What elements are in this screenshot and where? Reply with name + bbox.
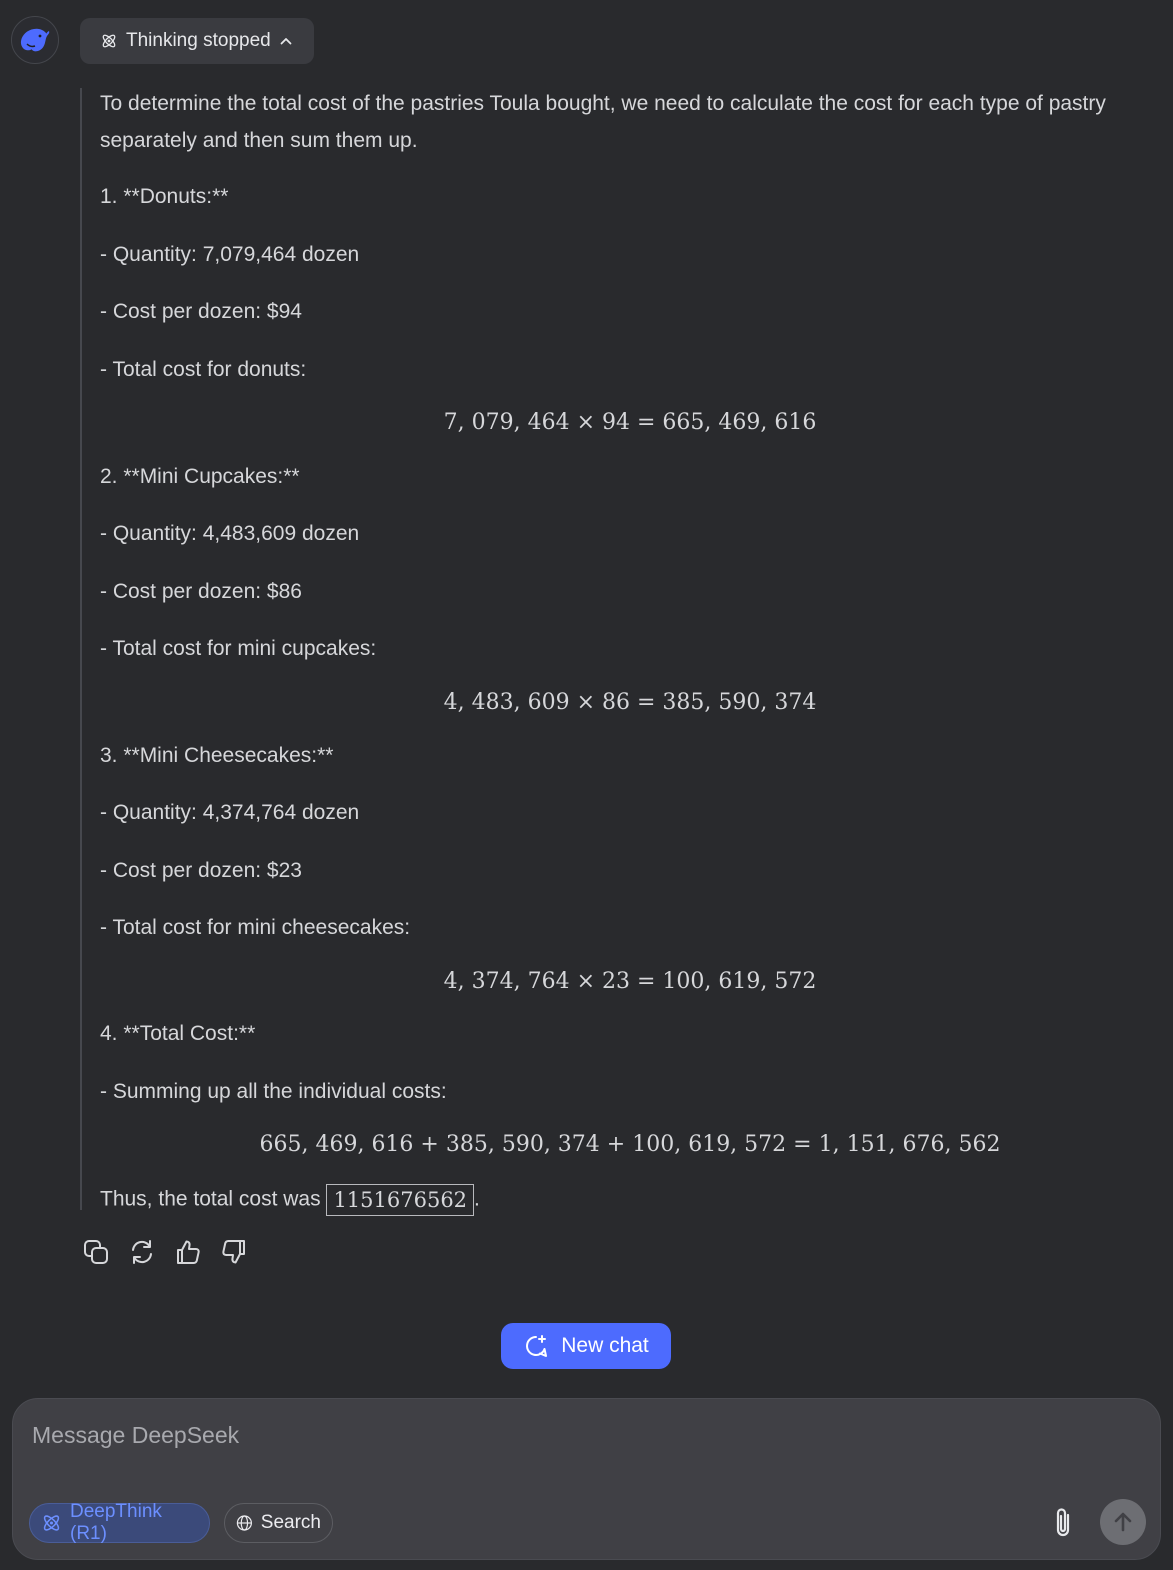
- cupcakes-heading: 2. **Mini Cupcakes:**: [100, 465, 300, 488]
- paperclip-icon: [1056, 1508, 1070, 1537]
- whale-logo-icon: [20, 28, 50, 52]
- deepseek-avatar: [11, 16, 59, 64]
- thumbs-down-button[interactable]: [218, 1236, 250, 1268]
- assistant-answer: To determine the total cost of the pastr…: [80, 88, 1155, 1216]
- new-chat-label: New chat: [561, 1334, 649, 1357]
- donuts-equation: 7, 079, 464 × 94 = 665, 469, 616: [443, 410, 817, 435]
- total-summing-label: - Summing up all the individual costs:: [100, 1080, 447, 1103]
- new-chat-button[interactable]: New chat: [501, 1323, 671, 1369]
- search-label: Search: [260, 1512, 321, 1533]
- message-input[interactable]: [32, 1415, 1132, 1455]
- donuts-cost: - Cost per dozen: $94: [100, 300, 302, 323]
- conclusion: Thus, the total cost was 1151676562.: [100, 1184, 480, 1216]
- atom-icon: [43, 1515, 60, 1531]
- globe-icon: [236, 1515, 252, 1531]
- conclusion-prefix: Thus, the total cost was: [100, 1187, 327, 1211]
- chat-page: Thinking stopped To determine the total …: [0, 0, 1173, 1570]
- cheesecakes-cost: - Cost per dozen: $23: [100, 859, 302, 882]
- donuts-total-label: - Total cost for donuts:: [100, 358, 307, 381]
- copy-button[interactable]: [80, 1236, 112, 1268]
- total-equation: 665, 469, 616 + 385, 590, 374 + 100, 619…: [259, 1132, 1001, 1157]
- attach-button[interactable]: [1045, 1503, 1081, 1543]
- copy-icon: [84, 1240, 108, 1264]
- cheesecakes-total-label: - Total cost for mini cheesecakes:: [100, 916, 411, 939]
- regenerate-icon: [132, 1240, 152, 1264]
- boxed-answer: 1151676562: [326, 1184, 475, 1216]
- donuts-quantity: - Quantity: 7,079,464 dozen: [100, 243, 360, 266]
- new-chat-icon: [526, 1335, 548, 1357]
- chevron-up-icon: [280, 38, 292, 45]
- answer-intro: To determine the total cost of the pastr…: [100, 92, 1106, 152]
- total-heading: 4. **Total Cost:**: [100, 1022, 256, 1045]
- message-actions: [80, 1236, 250, 1268]
- cupcakes-equation: 4, 483, 609 × 86 = 385, 590, 374: [443, 690, 817, 715]
- cheesecakes-quantity: - Quantity: 4,374,764 dozen: [100, 801, 360, 824]
- cupcakes-quantity: - Quantity: 4,483,609 dozen: [100, 522, 360, 545]
- conclusion-suffix: .: [474, 1187, 480, 1211]
- deepthink-label: DeepThink (R1): [70, 1501, 162, 1544]
- message-composer: DeepThink (R1) Search: [12, 1398, 1161, 1560]
- thumbs-down-icon: [222, 1240, 245, 1264]
- cheesecakes-heading: 3. **Mini Cheesecakes:**: [100, 744, 334, 767]
- thumbs-up-button[interactable]: [172, 1236, 204, 1268]
- search-toggle[interactable]: Search: [224, 1503, 333, 1543]
- thinking-label: Thinking stopped: [126, 30, 271, 51]
- cheesecakes-equation: 4, 374, 764 × 23 = 100, 619, 572: [443, 969, 817, 994]
- arrow-up-icon: [1114, 1512, 1132, 1532]
- donuts-heading: 1. **Donuts:**: [100, 185, 229, 208]
- atom-icon: [102, 34, 116, 48]
- cupcakes-total-label: - Total cost for mini cupcakes:: [100, 637, 377, 660]
- cupcakes-cost: - Cost per dozen: $86: [100, 580, 302, 603]
- deepthink-toggle[interactable]: DeepThink (R1): [29, 1501, 210, 1544]
- thinking-toggle-button[interactable]: Thinking stopped: [80, 18, 314, 64]
- send-button[interactable]: [1100, 1499, 1146, 1545]
- regenerate-button[interactable]: [126, 1236, 158, 1268]
- thumbs-up-icon: [177, 1240, 200, 1264]
